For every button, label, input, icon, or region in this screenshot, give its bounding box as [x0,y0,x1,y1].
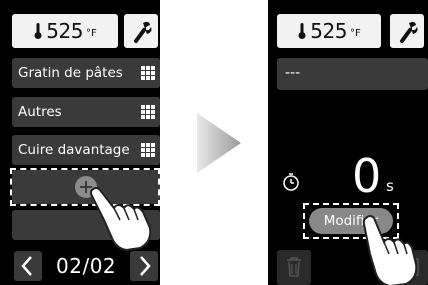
timer-value: 0 [352,149,382,203]
temperature-button[interactable]: 525 °F [12,14,118,48]
program-list-screen: 525 °F Gratin de pâtes Autres Cuire dava… [0,0,160,285]
prev-page-button[interactable] [14,251,42,281]
grid-icon [141,66,155,80]
program-label: Gratin de pâtes [18,65,123,81]
program-item-autres[interactable]: Autres [12,97,160,127]
pointing-hand-icon [90,187,152,252]
program-label: Cuire davantage [18,142,130,158]
program-name-value: --- [285,65,301,81]
grid-icon [141,143,155,157]
wrench-icon [134,21,152,43]
chevron-right-icon [140,256,151,276]
program-edit-screen: 525 °F --- 0 s Modifier [268,0,428,285]
temperature-unit: °F [349,27,361,39]
settings-button[interactable] [390,14,424,48]
trash-icon [287,257,301,277]
temperature-button[interactable]: 525 °F [277,14,381,48]
right-arrow-icon [197,113,241,173]
page-indicator: 02/02 [56,254,117,278]
delete-button[interactable] [277,250,311,285]
thermometer-icon [298,23,306,39]
pointing-hand-icon [362,215,418,285]
temperature-unit: °F [85,27,97,39]
temperature-value: 525 [46,19,83,43]
thermometer-icon [34,23,42,39]
timer-unit: s [386,177,394,195]
settings-button[interactable] [124,14,158,48]
program-name-field[interactable]: --- [277,58,428,90]
program-item-gratin[interactable]: Gratin de pâtes [12,58,160,88]
temperature-value: 525 [310,19,347,43]
next-page-button[interactable] [130,251,158,281]
timer-icon [283,173,299,191]
program-label: Autres [18,104,62,120]
chevron-left-icon [21,256,32,276]
wrench-icon [400,21,418,43]
grid-icon [141,105,155,119]
program-item-cuire-davantage[interactable]: Cuire davantage [12,135,160,165]
